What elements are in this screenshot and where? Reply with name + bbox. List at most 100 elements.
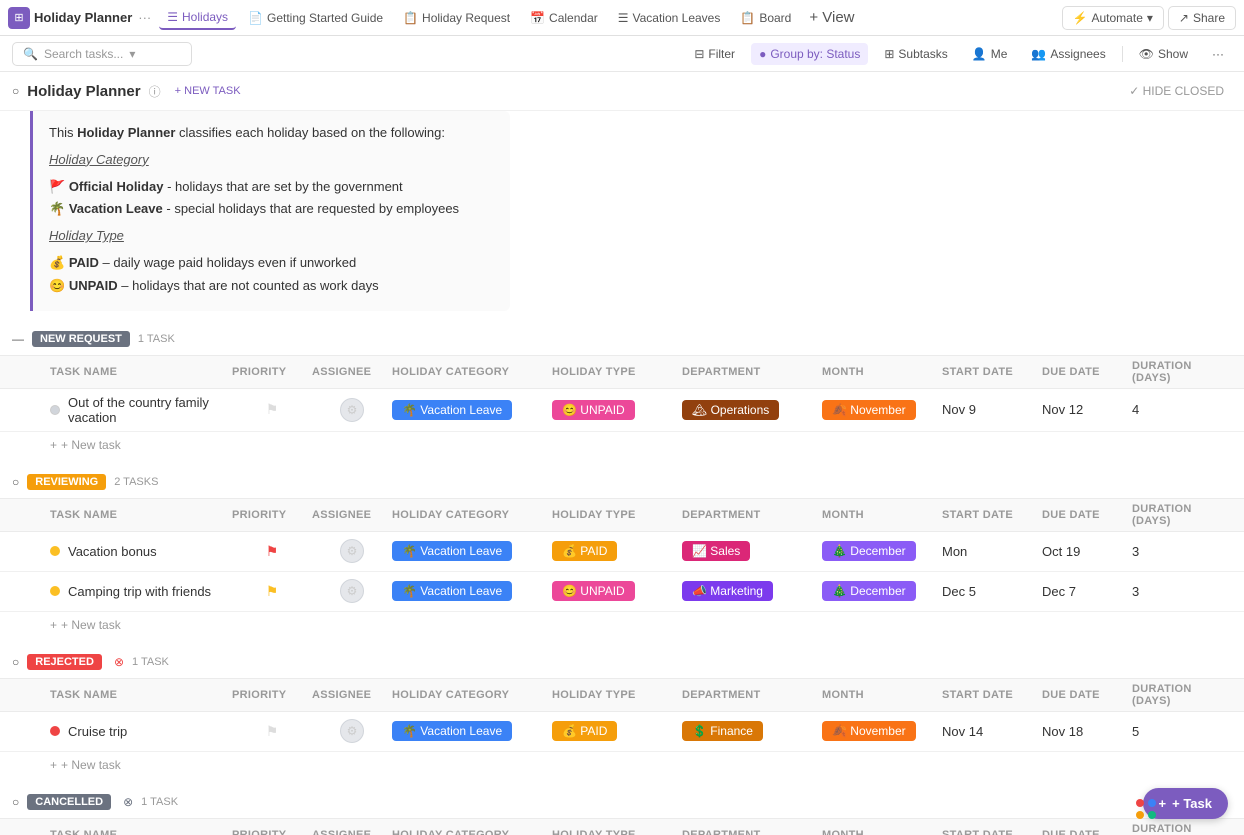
month-cell-3[interactable]: 🎄 December <box>822 581 942 601</box>
holiday-category-cell-3[interactable]: 🌴 Vacation Leave <box>392 581 552 601</box>
holiday-type-tag-3: 😊 UNPAID <box>552 581 635 601</box>
month-cell-2[interactable]: 🎄 December <box>822 541 942 561</box>
tab-holiday-request[interactable]: 📋 Holiday Request <box>395 7 518 29</box>
search-placeholder: Search tasks... <box>44 47 123 61</box>
new-request-badge: NEW REQUEST <box>32 331 130 347</box>
getting-started-icon: 📄 <box>248 11 263 25</box>
task-name-4: Cruise trip <box>50 724 232 739</box>
holiday-type-tag-4: 💰 PAID <box>552 721 617 741</box>
holidays-icon: ☰ <box>167 10 178 24</box>
new-request-toggle[interactable]: — <box>12 332 24 346</box>
automate-button[interactable]: ⚡ Automate ▾ <box>1062 6 1164 30</box>
priority-cell-1[interactable]: ⚑ <box>232 401 312 418</box>
priority-cell-4[interactable]: ⚑ <box>232 723 312 740</box>
more-options-button[interactable]: ··· <box>1204 43 1232 65</box>
holiday-type-link[interactable]: Holiday Type <box>49 228 124 243</box>
tab-board[interactable]: 📋 Board <box>732 7 799 29</box>
department-cell-2[interactable]: 📈 Sales <box>682 541 822 561</box>
table-row[interactable]: Out of the country family vacation ⚑ ⚙ 🌴… <box>0 389 1244 432</box>
subtasks-button[interactable]: ⊞ Subtasks <box>876 43 955 65</box>
rejected-badge: REJECTED <box>27 654 102 670</box>
assignee-cell-1[interactable]: ⚙ <box>312 398 392 422</box>
due-date-cell-4: Nov 18 <box>1042 724 1132 739</box>
add-rejected-icon: + <box>50 758 57 772</box>
add-task-rejected[interactable]: + + New task <box>0 752 1244 778</box>
priority-cell-3[interactable]: ⚑ <box>232 583 312 600</box>
tab-holidays[interactable]: ☰ Holidays <box>159 6 236 30</box>
holiday-type-cell-2[interactable]: 💰 PAID <box>552 541 682 561</box>
board-icon: 📋 <box>740 11 755 25</box>
grid-dot-3 <box>1136 811 1144 819</box>
holiday-type-cell-4[interactable]: 💰 PAID <box>552 721 682 741</box>
tab-calendar[interactable]: 📅 Calendar <box>522 7 606 29</box>
filter-button[interactable]: ⊟ Filter <box>686 43 743 65</box>
group-icon: ● <box>759 47 766 61</box>
holiday-category-cell-1[interactable]: 🌴 Vacation Leave <box>392 400 552 420</box>
automate-icon: ⚡ <box>1073 11 1088 25</box>
department-cell-4[interactable]: 💲 Finance <box>682 721 822 741</box>
month-tag-1: 🍂 November <box>822 400 916 420</box>
hide-closed-button[interactable]: ✓ HIDE CLOSED <box>1121 80 1232 102</box>
task-name-3: Camping trip with friends <box>50 584 232 599</box>
department-cell-3[interactable]: 📣 Marketing <box>682 581 822 601</box>
search-input[interactable]: 🔍 Search tasks... ▾ <box>12 42 192 66</box>
table-row[interactable]: Vacation bonus ⚑ ⚙ 🌴 Vacation Leave 💰 PA… <box>0 532 1244 572</box>
rejected-toggle[interactable]: ○ <box>12 655 19 669</box>
assignees-button[interactable]: 👥 Assignees <box>1023 43 1113 65</box>
show-button[interactable]: 👁 Show <box>1131 43 1196 65</box>
add-task-new-request[interactable]: + + New task <box>0 432 1244 458</box>
add-view-button[interactable]: + View <box>803 5 860 30</box>
group-label: Group by: Status <box>770 47 860 61</box>
holiday-category-cell-2[interactable]: 🌴 Vacation Leave <box>392 541 552 561</box>
app-icon: ⊞ <box>8 7 30 29</box>
share-label: Share <box>1193 11 1225 25</box>
month-cell-4[interactable]: 🍂 November <box>822 721 942 741</box>
grid-icon-button[interactable] <box>1136 799 1156 819</box>
assignee-cell-4[interactable]: ⚙ <box>312 719 392 743</box>
me-button[interactable]: 👤 Me <box>964 43 1016 65</box>
month-tag-2: 🎄 December <box>822 541 916 561</box>
tab-getting-started[interactable]: 📄 Getting Started Guide <box>240 7 391 29</box>
holiday-category-link[interactable]: Holiday Category <box>49 152 149 167</box>
info-icon[interactable]: ⓘ <box>149 83 161 100</box>
assignee-avatar-3: ⚙ <box>340 579 364 603</box>
tab-vacation-leaves[interactable]: ☰ Vacation Leaves <box>610 7 729 29</box>
reviewing-toggle[interactable]: ○ <box>12 475 19 489</box>
main-content: ○ Holiday Planner ⓘ + NEW TASK ✓ HIDE CL… <box>0 72 1244 835</box>
cancelled-task-count: 1 TASK <box>141 796 178 808</box>
info-intro: This Holiday Planner classifies each hol… <box>49 123 494 144</box>
subtasks-label: Subtasks <box>898 47 947 61</box>
section-header-cancelled: ○ CANCELLED ⊗ 1 TASK <box>0 786 1244 818</box>
holiday-category-cell-4[interactable]: 🌴 Vacation Leave <box>392 721 552 741</box>
new-request-task-count: 1 TASK <box>138 333 175 345</box>
department-cell-1[interactable]: 🏔 Operations <box>682 400 822 420</box>
project-menu-dots[interactable]: ··· <box>138 10 151 25</box>
group-reviewing: ○ REVIEWING 2 TASKS TASK NAME PRIORITY A… <box>0 466 1244 638</box>
tab-holiday-request-label: Holiday Request <box>422 11 510 25</box>
share-button[interactable]: ↗ Share <box>1168 6 1236 30</box>
group-by-button[interactable]: ● Group by: Status <box>751 43 868 65</box>
start-date-cell-4: Nov 14 <box>942 724 1042 739</box>
cancelled-toggle[interactable]: ○ <box>12 795 19 809</box>
tab-getting-started-label: Getting Started Guide <box>267 11 383 25</box>
holiday-type-cell-3[interactable]: 😊 UNPAID <box>552 581 682 601</box>
table-row[interactable]: Camping trip with friends ⚑ ⚙ 🌴 Vacation… <box>0 572 1244 612</box>
assignees-label: Assignees <box>1050 47 1105 61</box>
month-cell-1[interactable]: 🍂 November <box>822 400 942 420</box>
new-task-button[interactable]: + NEW TASK <box>169 83 247 99</box>
group-new-request: — NEW REQUEST 1 TASK TASK NAME PRIORITY … <box>0 323 1244 458</box>
cancelled-circle-icon: ⊗ <box>123 795 133 809</box>
holiday-type-cell-1[interactable]: 😊 UNPAID <box>552 400 682 420</box>
top-nav: ⊞ Holiday Planner ··· ☰ Holidays 📄 Getti… <box>0 0 1244 36</box>
automate-chevron: ▾ <box>1147 11 1153 25</box>
assignee-cell-2[interactable]: ⚙ <box>312 539 392 563</box>
planner-toggle[interactable]: ○ <box>12 84 19 98</box>
priority-cell-2[interactable]: ⚑ <box>232 543 312 560</box>
cancelled-badge: CANCELLED <box>27 794 111 810</box>
table-row[interactable]: Cruise trip ⚑ ⚙ 🌴 Vacation Leave 💰 PAID … <box>0 712 1244 752</box>
assignee-cell-3[interactable]: ⚙ <box>312 579 392 603</box>
assignee-avatar-2: ⚙ <box>340 539 364 563</box>
gear-icon-3: ⚙ <box>347 584 358 598</box>
add-task-reviewing[interactable]: + + New task <box>0 612 1244 638</box>
assignee-avatar-4: ⚙ <box>340 719 364 743</box>
